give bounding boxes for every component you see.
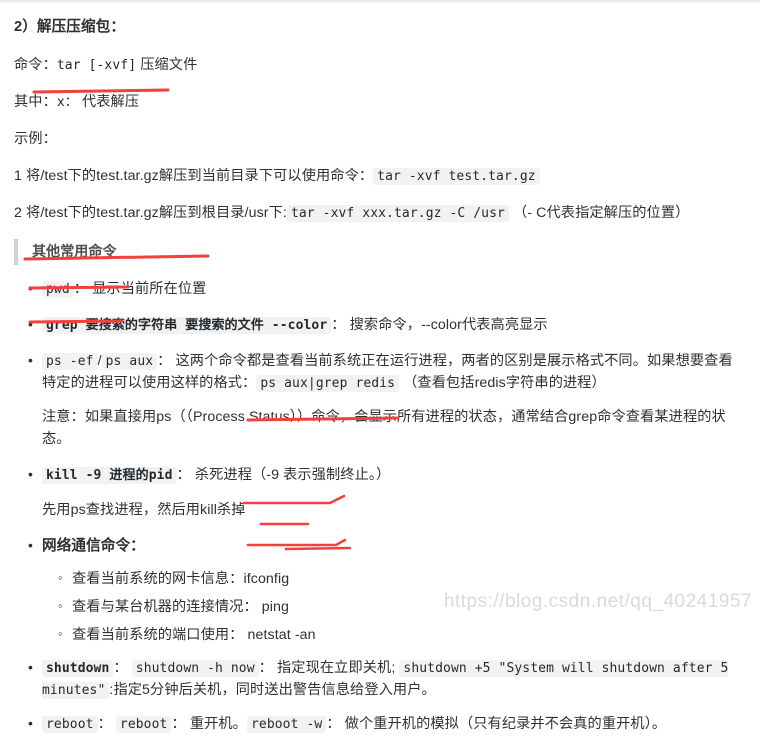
example-1-code: tar -xvf test.tar.gz: [373, 167, 540, 185]
command-line: 命令：tar [-xvf] 压缩文件: [14, 54, 746, 76]
list-item-reboot: reboot： reboot： 重开机。reboot -w： 做个重开机的模拟（…: [28, 713, 746, 735]
example-2-index: 2: [14, 205, 22, 222]
kill-sep: ：: [176, 467, 191, 484]
kill-code: kill -9 进程的pid: [42, 467, 177, 485]
ifconfig-text: 查看当前系统的网卡信息：: [72, 571, 244, 588]
watermark: https://blog.csdn.net/qq_40241957: [443, 591, 752, 612]
ps-note: 注意：如果直接用ps（（Process Status））命令，会显示所有进程的状…: [42, 409, 726, 448]
example-1-text: 将/test下的test.tar.gz解压到当前目录下可以使用命令：: [26, 167, 374, 184]
shutdown-sep-2: ：: [258, 660, 273, 677]
reboot-sep-1: ：: [97, 716, 112, 733]
shutdown-text-b: :指定5分钟后关机，同时送出警告信息给登入用户。: [109, 682, 436, 699]
where-code: x：: [56, 94, 78, 110]
network-item-netstat: 查看当前系统的端口使用： netstat -an: [58, 624, 746, 646]
blockquote-title: 其他常用命令: [32, 243, 117, 260]
document-body: 2）解压压缩包： 命令：tar [-xvf] 压缩文件 其中：x： 代表解压 示…: [0, 16, 760, 736]
netstat-cmd: netstat -an: [247, 627, 316, 644]
kill-sub: 先用ps查找进程，然后用kill杀掉: [42, 501, 246, 518]
ps-sep: ：: [157, 353, 172, 370]
example-2-tail: （- C代表指定解压的位置）: [513, 205, 690, 222]
page-title: 2）解压压缩包：: [14, 19, 126, 35]
ping-cmd: ping: [261, 599, 290, 616]
ps-desc-2: （查看包括redis字符串的进程）: [403, 375, 606, 392]
list-item-shutdown: shutdown： shutdown -h now： 指定现在立即关机; shu…: [28, 657, 746, 701]
command-label: 命令：: [14, 56, 57, 73]
network-item-ifconfig: 查看当前系统的网卡信息：ifconfig: [58, 568, 746, 590]
reboot-text-a: 重开机。: [189, 716, 247, 733]
shutdown-now-code: shutdown -h now: [131, 660, 259, 678]
command-suffix: 压缩文件: [140, 56, 198, 73]
command-code: tar [-xvf]: [56, 57, 137, 73]
commands-list: pwd： 显示当前所在位置 grep 要搜索的字符串 要搜索的文件 --colo…: [14, 278, 746, 736]
example-label: 示例：: [14, 130, 57, 147]
reboot-code-b: reboot -w: [246, 716, 327, 734]
example-2-text: 将/test下的test.tar.gz解压到根目录/usr下:: [26, 205, 287, 222]
example-1: 1 将/test下的test.tar.gz解压到当前目录下可以使用命令： tar …: [14, 165, 746, 187]
reboot-text-b: 做个重开机的模拟（只有纪录并不会真的重开机）。: [344, 716, 667, 733]
shutdown-text-a: 指定现在立即关机;: [277, 660, 396, 677]
reboot-sep-3: ：: [326, 716, 341, 733]
pwd-code: pwd: [42, 280, 74, 298]
blockquote-other-commands: 其他常用命令: [14, 239, 746, 265]
list-item-pwd: pwd： 显示当前所在位置: [28, 278, 746, 300]
where-line: 其中：x： 代表解压: [14, 91, 746, 113]
reboot-code-a: reboot: [115, 716, 172, 734]
grep-code: grep 要搜索的字符串 要搜索的文件 --color: [42, 317, 332, 334]
list-item-kill: kill -9 进程的pid： 杀死进程（-9 表示强制终止。） 先用ps查找进…: [28, 464, 746, 520]
example-2-code: tar -xvf xxx.tar.gz -C /usr: [286, 205, 509, 223]
ps-ef-code: ps -ef: [42, 353, 98, 371]
grep-sep: ：: [331, 317, 346, 333]
where-text: 代表解压: [81, 93, 140, 110]
pwd-desc: 显示当前所在位置: [92, 280, 207, 297]
grep-desc: 搜索命令，--color代表高亮显示: [349, 317, 548, 333]
network-title: 网络通信命令：: [42, 537, 145, 554]
ifconfig-cmd: ifconfig: [243, 571, 290, 588]
kill-desc: 杀死进程（-9 表示强制终止。）: [194, 467, 391, 484]
netstat-text: 查看当前系统的端口使用：: [72, 627, 244, 644]
shutdown-code-head: shutdown: [42, 660, 114, 678]
list-item-ps: ps -ef/ps aux： 这两个命令都是查看当前系统正在运行进程，两者的区别…: [28, 350, 746, 450]
example-2: 2 将/test下的test.tar.gz解压到根目录/usr下: tar -xv…: [14, 202, 746, 224]
ping-text: 查看与某台机器的连接情况：: [72, 599, 258, 616]
pwd-sep: ：: [73, 280, 89, 297]
shutdown-sep-1: ：: [113, 660, 128, 677]
where-label: 其中：: [14, 93, 57, 110]
reboot-sep-2: ：: [171, 716, 186, 733]
ps-grep-code: ps aux|grep redis: [256, 375, 400, 393]
ps-aux-code: ps aux: [101, 353, 158, 371]
ps-slash: /: [97, 353, 102, 370]
list-item-grep: grep 要搜索的字符串 要搜索的文件 --color： 搜索命令，--colo…: [28, 314, 746, 336]
example-1-index: 1: [14, 167, 22, 184]
document-page: 2）解压压缩包： 命令：tar [-xvf] 压缩文件 其中：x： 代表解压 示…: [0, 0, 760, 736]
reboot-code-head: reboot: [42, 716, 98, 734]
